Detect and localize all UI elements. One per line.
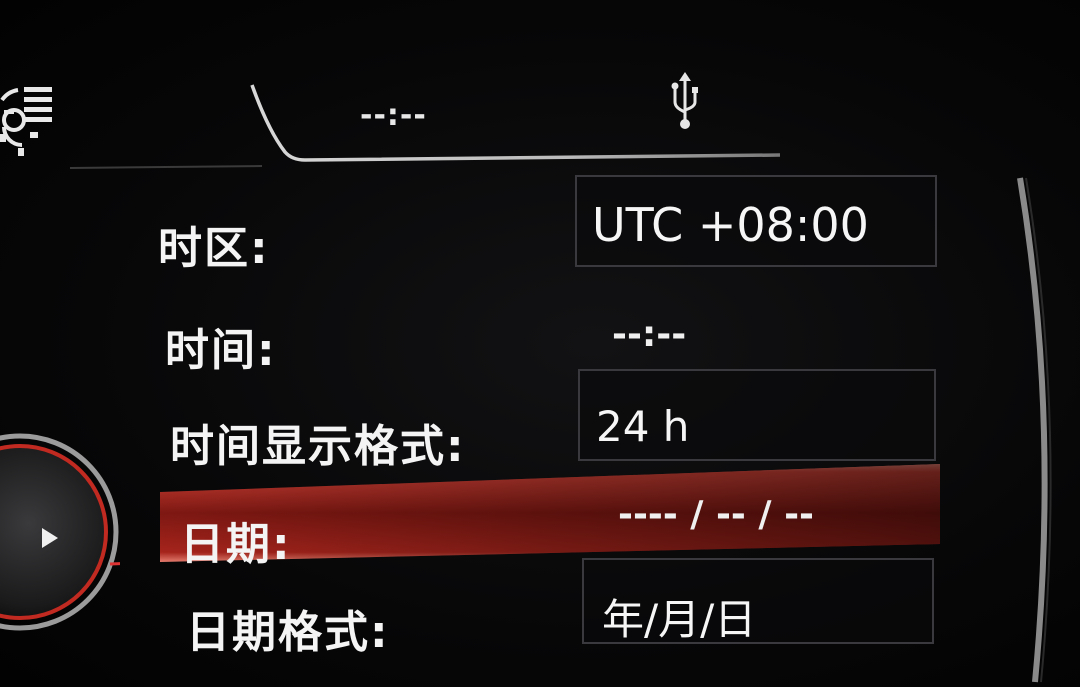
timezone-label: 时区: (158, 223, 270, 274)
date-format-value: 年/月/日 (602, 595, 757, 644)
time-label: 时间: (165, 325, 277, 376)
date-value[interactable]: ---- / -- / -- (618, 494, 814, 535)
time-format-value: 24 h (596, 402, 690, 451)
idrive-screen: --:-- 时区: UTC +08:00 时间: --:-- 时间显示格式: 2… (0, 0, 1080, 687)
date-label: 日期: (180, 519, 292, 570)
controller-knob[interactable] (0, 432, 120, 632)
status-clock: --:-- (360, 98, 427, 133)
top-tab-frame (69, 84, 781, 169)
settings-gear-list-icon[interactable] (0, 72, 70, 162)
time-value[interactable]: --:-- (612, 314, 686, 355)
scroll-indicator[interactable] (990, 170, 1080, 687)
usb-icon (671, 72, 698, 129)
date-format-label: 日期格式: (186, 607, 390, 658)
time-format-label: 时间显示格式: (170, 421, 466, 472)
timezone-value: UTC +08:00 (592, 198, 869, 252)
